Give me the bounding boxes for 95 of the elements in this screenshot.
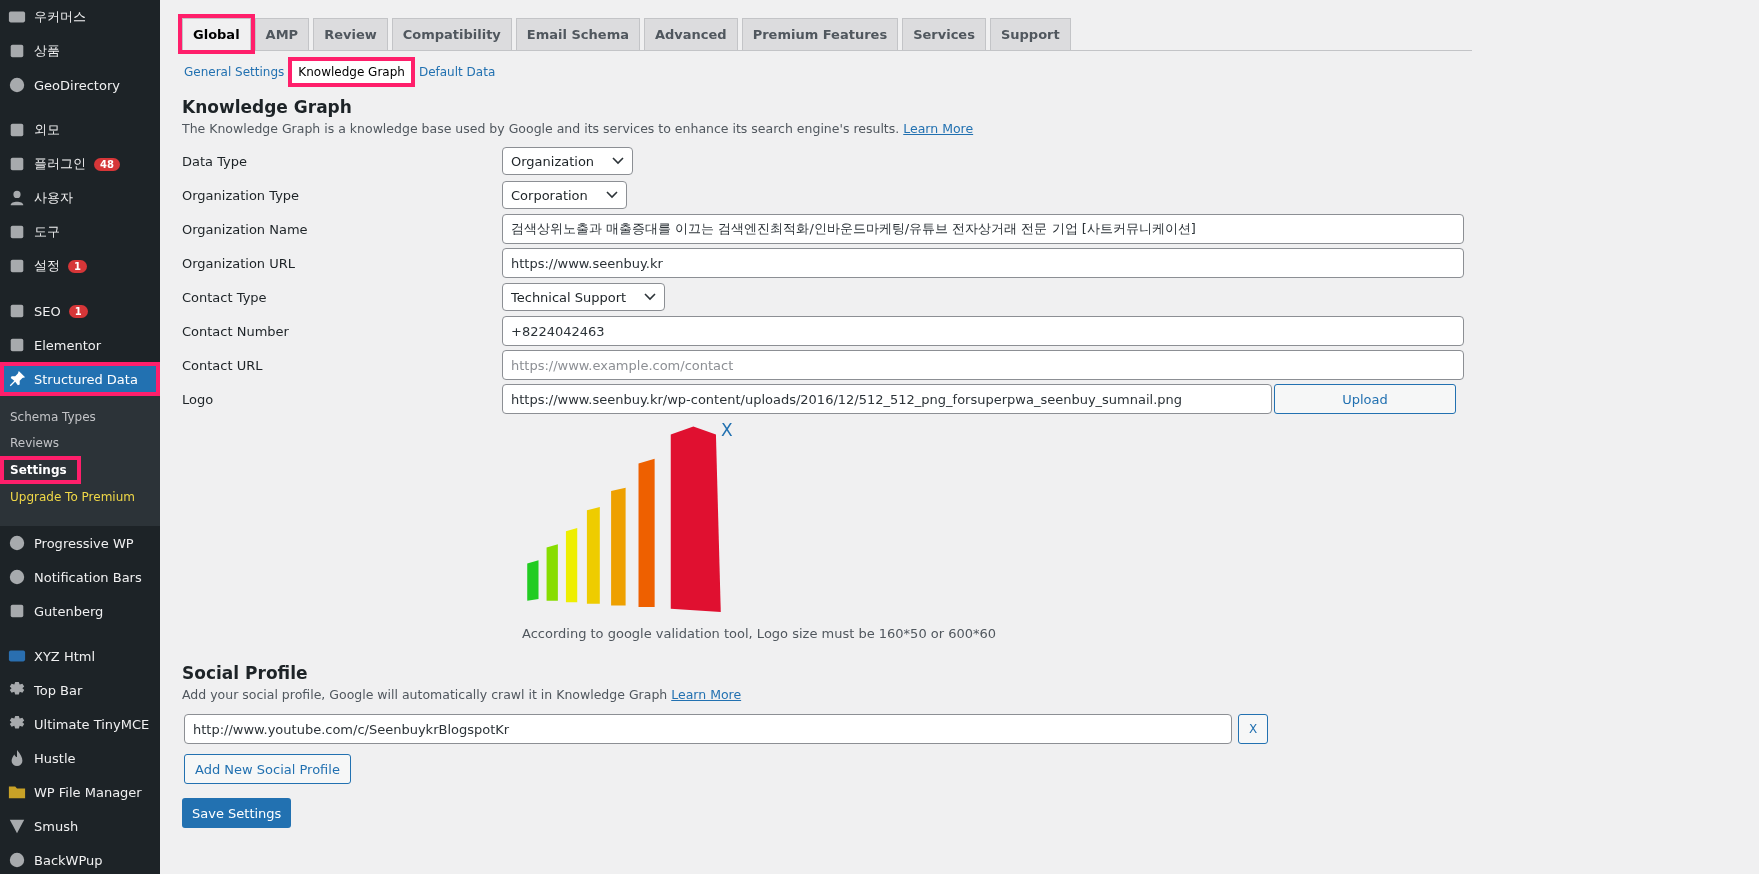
sidebar-menu-item[interactable]: 사용자 <box>0 181 160 215</box>
sidebar-menu-item[interactable]: 도구 <box>0 215 160 249</box>
chevron-down-icon <box>612 157 625 165</box>
section-heading: Knowledge Graph <box>182 97 352 117</box>
menu-label: Structured Data <box>34 371 138 387</box>
text-input[interactable]: 검색상위노출과 매출증대를 이끄는 검색엔진최적화/인바운드마케팅/유튜브 전자상거래 전문 기업 [사트커뮤니케이션] <box>502 214 1464 244</box>
menu-label: 우커머스 <box>34 8 86 26</box>
chevron-down-icon <box>644 293 657 301</box>
sidebar-menu-item[interactable]: Hustle <box>0 741 160 775</box>
submenu-item[interactable]: Reviews <box>0 430 70 456</box>
menu-label: Smush <box>34 818 79 834</box>
person-icon <box>8 189 26 207</box>
sidebar-menu-item[interactable]: 상품 <box>0 34 160 68</box>
remove-logo-link[interactable]: X <box>721 420 733 440</box>
menu-label: SEO <box>34 303 61 319</box>
field-label: Data Type <box>182 153 249 169</box>
menu-label: Top Bar <box>34 682 83 698</box>
add-social-profile-button[interactable]: Add New Social Profile <box>184 754 351 784</box>
sidebar-menu-item[interactable]: WP File Manager <box>0 775 160 809</box>
sidebar-menu-item[interactable]: Progressive WP <box>0 526 160 560</box>
nav-tab[interactable]: Premium Features <box>741 18 899 50</box>
field-label: Contact Type <box>182 289 268 305</box>
pin-icon <box>8 370 26 388</box>
nav-tab[interactable]: AMP <box>254 18 310 50</box>
menu-label: Progressive WP <box>34 535 134 551</box>
sidebar-menu-item[interactable]: 우커머스 <box>0 0 160 34</box>
menu-label: Elementor <box>34 337 102 353</box>
sidebar-menu-item[interactable]: GeoDirectory <box>0 68 160 102</box>
nav-tab[interactable]: Review <box>313 18 388 50</box>
text-input[interactable]: +8224042463 <box>502 316 1464 346</box>
count-badge: 1 <box>68 304 88 318</box>
menu-label: GeoDirectory <box>34 77 120 93</box>
menu-label: 사용자 <box>34 189 73 207</box>
sidebar-menu-item[interactable]: 설정 1 <box>0 249 160 283</box>
submenu-item[interactable]: Upgrade To Premium <box>0 484 145 510</box>
field-label: Organization Type <box>182 187 301 203</box>
menu-label: Ultimate TinyMCE <box>34 716 150 732</box>
social-profile-input[interactable]: http://www.youtube.com/c/SeenbuykrBlogspotKr <box>184 714 1232 744</box>
select-dropdown[interactable]: Organization <box>502 147 634 175</box>
logo-size-note: According to google validation tool, Logo size must be 160*50 or 600*60 <box>522 626 997 641</box>
count-badge: 48 <box>94 157 120 171</box>
nav-tab[interactable]: Email Schema <box>515 18 640 50</box>
menu-label: Hustle <box>34 750 76 766</box>
sidebar-menu-item[interactable]: Ultimate TinyMCE <box>0 707 160 741</box>
field-label: Contact URL <box>182 357 264 373</box>
field-label: Contact Number <box>182 323 290 339</box>
text-input[interactable]: https://www.example.com/contact <box>502 350 1464 380</box>
menu-label: WP File Manager <box>34 784 142 800</box>
select-dropdown[interactable]: Technical Support <box>502 283 666 311</box>
nav-tab[interactable]: Services <box>902 18 986 50</box>
menu-label: 상품 <box>34 42 60 60</box>
nav-tab[interactable]: Advanced <box>643 18 738 50</box>
sub-tab-link[interactable]: General Settings <box>182 62 287 82</box>
learn-more-link[interactable]: Learn More <box>671 687 742 702</box>
sidebar-menu-item[interactable]: 외모 <box>0 113 160 147</box>
menu-label: 도구 <box>34 223 60 241</box>
triangle-icon <box>8 817 26 835</box>
nav-tab[interactable]: Support <box>989 18 1071 50</box>
section-description: The Knowledge Graph is a knowledge base used by Google and its services to enhance its search engine's results. Learn More <box>182 121 974 136</box>
menu-label: 설정 <box>34 257 60 275</box>
menu-label: Gutenberg <box>34 603 104 619</box>
chevron-down-icon <box>605 191 618 199</box>
menu-label: BackWPup <box>34 852 103 868</box>
sub-tab-link[interactable]: Default Data <box>416 62 498 82</box>
menu-label: XYZ Html <box>34 648 96 664</box>
count-badge: 1 <box>68 259 87 273</box>
sidebar-menu-item[interactable]: BackWPup <box>0 843 160 874</box>
field-label: Logo <box>182 391 215 407</box>
logo-url-input[interactable]: https://www.seenbuy.kr/wp-content/uploads/2016/12/512_512_png_forsuperpwa_seenbuy_sumnail.png <box>502 384 1272 414</box>
learn-more-link[interactable]: Learn More <box>903 121 974 136</box>
text-input[interactable]: https://www.seenbuy.kr <box>502 248 1464 278</box>
field-label: Organization URL <box>182 255 297 271</box>
sidebar-menu-item[interactable]: SEO 1 <box>0 294 160 328</box>
section-description: Add your social profile, Google will automatically crawl it in Knowledge Graph Learn More <box>182 687 742 702</box>
select-dropdown[interactable]: Corporation <box>502 181 627 209</box>
remove-profile-button[interactable]: X <box>1238 714 1268 744</box>
sidebar-menu-item[interactable]: 플러그인 48 <box>0 147 160 181</box>
menu-label: 외모 <box>34 121 60 139</box>
sidebar-menu-item[interactable]: Top Bar <box>0 673 160 707</box>
sidebar-menu-item[interactable]: Elementor <box>0 328 160 362</box>
sidebar-menu-item[interactable]: Smush <box>0 809 160 843</box>
sidebar-menu-item[interactable]: Gutenberg <box>0 594 160 628</box>
field-label: Organization Name <box>182 221 309 237</box>
sidebar-menu-item[interactable]: Structured Data <box>0 362 160 396</box>
submenu-item[interactable]: Schema Types <box>0 404 106 430</box>
nav-tab[interactable]: Compatibility <box>391 18 512 50</box>
sidebar-menu-item[interactable]: XYZ Html <box>0 639 160 673</box>
section-heading: Social Profile <box>182 663 308 683</box>
save-settings-button[interactable]: Save Settings <box>182 798 292 828</box>
circle-icon <box>8 851 26 869</box>
sidebar-menu-item[interactable]: Notification Bars <box>0 560 160 594</box>
submenu-item[interactable]: Settings <box>0 456 81 484</box>
upload-button[interactable]: Upload <box>1274 384 1456 414</box>
menu-label: Notification Bars <box>34 569 142 585</box>
menu-label: 플러그인 <box>34 155 86 173</box>
